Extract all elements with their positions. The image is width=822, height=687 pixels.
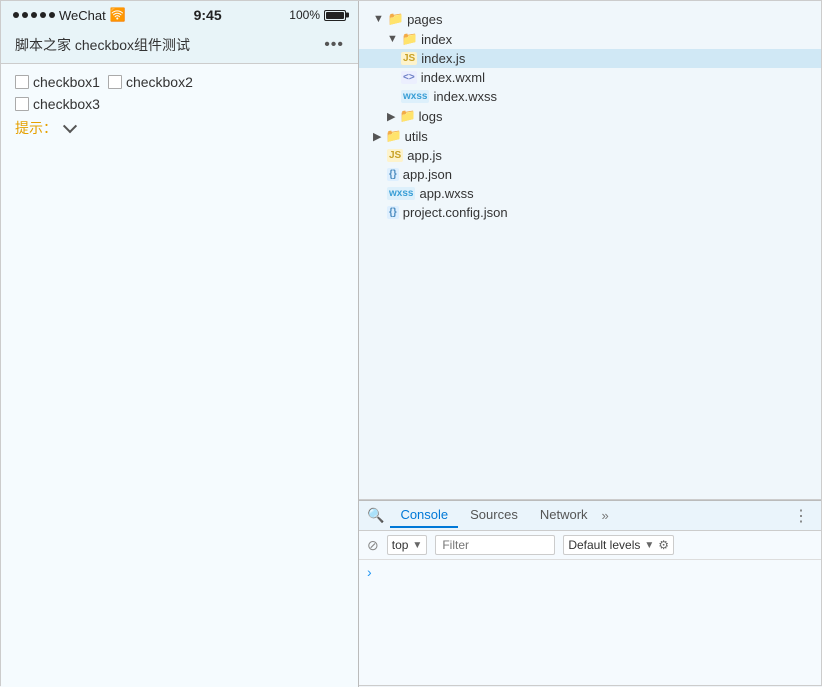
- prompt-arrow-icon: ›: [367, 564, 372, 580]
- right-panel: ▼ 📁 pages ▼ 📁 index JS index.js <> index…: [359, 1, 821, 685]
- console-tab-actions: ⋮: [789, 504, 813, 528]
- tree-label-logs: logs: [419, 109, 443, 124]
- default-levels-label: Default levels: [568, 538, 640, 552]
- filter-input[interactable]: [435, 535, 555, 555]
- phone-header: 脚本之家 checkbox组件测试 •••: [1, 29, 358, 64]
- checkbox-box-3[interactable]: [15, 97, 29, 111]
- tree-label-pages: pages: [407, 12, 442, 27]
- battery-icon: [324, 10, 346, 21]
- status-time: 9:45: [194, 7, 222, 23]
- tree-label-utils: utils: [405, 129, 428, 144]
- checkbox-label-1: checkbox1: [33, 74, 100, 90]
- tree-label-project-config: project.config.json: [403, 205, 508, 220]
- header-more-icon[interactable]: •••: [324, 36, 344, 54]
- tree-item-index-wxss[interactable]: wxss index.wxss: [359, 87, 821, 106]
- signal-dots: [13, 12, 55, 18]
- no-entry-icon[interactable]: ⊘: [367, 537, 379, 554]
- status-left: WeChat 🛜: [13, 7, 126, 23]
- console-tabs: 🔍 Console Sources Network » ⋮: [359, 501, 821, 531]
- checkbox-label-3: checkbox3: [33, 96, 100, 112]
- folder-icon-pages: 📁: [388, 11, 404, 27]
- status-right: 100%: [289, 8, 346, 22]
- tree-label-index-wxml: index.wxml: [421, 70, 485, 85]
- tab-network[interactable]: Network: [530, 503, 598, 528]
- checkbox-item-1[interactable]: checkbox1: [15, 74, 100, 90]
- tree-item-project-config[interactable]: {} project.config.json: [359, 203, 821, 222]
- tree-item-logs[interactable]: ▶ 📁 logs: [359, 106, 821, 126]
- tree-label-index-wxss: index.wxss: [433, 89, 497, 104]
- console-more-button[interactable]: ⋮: [789, 504, 813, 528]
- levels-chevron-icon: ▼: [644, 540, 654, 551]
- inspect-icon: 🔍: [367, 507, 384, 524]
- phone-panel: WeChat 🛜 9:45 100% 脚本之家 checkbox组件测试 •••…: [1, 1, 359, 687]
- phone-header-title: 脚本之家 checkbox组件测试: [15, 35, 190, 55]
- checkbox-box-2[interactable]: [108, 75, 122, 89]
- gear-icon[interactable]: ⚙: [658, 538, 669, 552]
- cursor-icon: [63, 119, 77, 133]
- console-prompt: ›: [367, 564, 813, 580]
- top-label: top: [392, 538, 409, 552]
- tree-item-pages[interactable]: ▼ 📁 pages: [359, 9, 821, 29]
- phone-body: checkbox1 checkbox2 checkbox3 提示：: [1, 64, 358, 687]
- tree-label-app-wxss: app.wxss: [419, 186, 473, 201]
- tree-item-utils[interactable]: ▶ 📁 utils: [359, 126, 821, 146]
- checkbox-item-3[interactable]: checkbox3: [15, 96, 100, 112]
- checkbox-row-2: checkbox3: [15, 96, 344, 112]
- arrow-logs: ▶: [387, 110, 395, 123]
- tree-item-index[interactable]: ▼ 📁 index: [359, 29, 821, 49]
- default-levels-select[interactable]: Default levels ▼ ⚙: [563, 535, 674, 555]
- badge-json-projectconfig: {}: [387, 206, 399, 219]
- tree-label-app-json: app.json: [403, 167, 452, 182]
- tree-label-app-js: app.js: [407, 148, 442, 163]
- console-area: 🔍 Console Sources Network » ⋮ ⊘ top ▼ De…: [359, 500, 821, 685]
- battery-pct: 100%: [289, 8, 320, 22]
- chevron-down-icon: ▼: [412, 540, 422, 551]
- wifi-icon: 🛜: [110, 7, 126, 23]
- folder-icon-utils: 📁: [385, 128, 401, 144]
- wechat-label: WeChat: [59, 8, 106, 23]
- console-body: ›: [359, 560, 821, 685]
- tree-item-index-wxml[interactable]: <> index.wxml: [359, 68, 821, 87]
- badge-js-appjs: JS: [387, 149, 403, 162]
- badge-js-indexjs: JS: [401, 52, 417, 65]
- console-toolbar: ⊘ top ▼ Default levels ▼ ⚙: [359, 531, 821, 560]
- checkbox-box-1[interactable]: [15, 75, 29, 89]
- arrow-pages: ▼: [373, 13, 384, 25]
- tree-item-app-wxss[interactable]: wxss app.wxss: [359, 184, 821, 203]
- tree-item-app-json[interactable]: {} app.json: [359, 165, 821, 184]
- top-select[interactable]: top ▼: [387, 535, 428, 555]
- arrow-utils: ▶: [373, 130, 381, 143]
- tab-sources[interactable]: Sources: [460, 503, 528, 528]
- hint-text: 提示：: [15, 118, 344, 138]
- tree-label-index-js: index.js: [421, 51, 465, 66]
- tab-more-icon[interactable]: »: [602, 508, 609, 523]
- badge-wxss-indexwxss: wxss: [401, 90, 429, 103]
- arrow-index: ▼: [387, 33, 398, 45]
- badge-wxss-appwxss: wxss: [387, 187, 415, 200]
- tree-item-app-js[interactable]: JS app.js: [359, 146, 821, 165]
- checkbox-label-2: checkbox2: [126, 74, 193, 90]
- tab-console[interactable]: Console: [390, 503, 458, 528]
- checkbox-row-1: checkbox1 checkbox2: [15, 74, 344, 90]
- badge-xml-indexwxml: <>: [401, 71, 417, 84]
- folder-icon-logs: 📁: [399, 108, 415, 124]
- tree-label-index: index: [421, 32, 452, 47]
- phone-status-bar: WeChat 🛜 9:45 100%: [1, 1, 358, 29]
- tree-item-index-js[interactable]: JS index.js: [359, 49, 821, 68]
- folder-icon-index: 📁: [402, 31, 418, 47]
- file-tree: ▼ 📁 pages ▼ 📁 index JS index.js <> index…: [359, 1, 821, 500]
- checkbox-item-2[interactable]: checkbox2: [108, 74, 193, 90]
- badge-json-appjson: {}: [387, 168, 399, 181]
